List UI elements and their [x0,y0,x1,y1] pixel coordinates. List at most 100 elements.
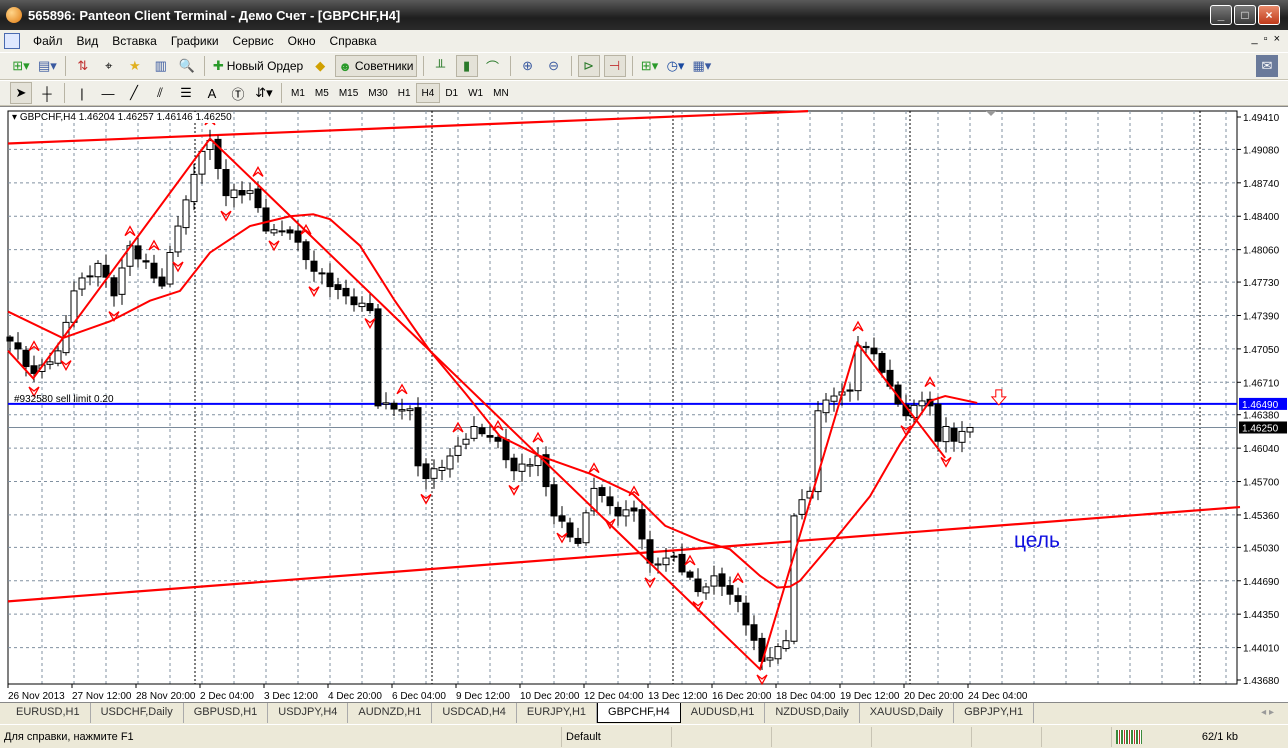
mdi-close-button[interactable]: × [1274,33,1280,45]
arrows-tool[interactable]: ⇵▾ [253,82,275,104]
timeframe-h4[interactable]: H4 [415,83,441,103]
mdi-restore-button[interactable]: ▫ [1264,33,1268,45]
metaeditor-button[interactable]: ◆ [309,55,331,77]
menu-charts[interactable]: Графики [164,34,226,48]
new-order-button[interactable]: ✚ Новый Ордер [211,55,305,77]
price-tick-label: 1.46380 [1243,411,1280,422]
chart-shift-button[interactable]: ⊣ [603,55,626,77]
chart-window[interactable]: 1.49410 1.49080 1.48740 1.48400 1.48060 1.477… [0,106,1288,702]
strategy-tester-button[interactable]: 🔍 [176,55,198,77]
trendline-tool[interactable]: ╱ [123,82,145,104]
indicators-button[interactable]: ⊞▾ [639,55,661,77]
timeframe-m5[interactable]: M5 [310,83,334,103]
candle-body [230,189,238,199]
candle [582,509,590,546]
tab-xauusd-daily[interactable]: XAUUSD,Daily [860,703,955,723]
timeframe-d1[interactable]: D1 [440,83,463,103]
menu-view[interactable]: Вид [70,34,106,48]
menu-insert[interactable]: Вставка [105,34,164,48]
tab-gbpchf-h4[interactable]: GBPCHF,H4 [597,703,681,723]
fibonacci-tool[interactable]: ☰ [175,82,197,104]
tab-audusd-h1[interactable]: AUDUSD,H1 [681,703,766,723]
candle-body [766,657,774,661]
tab-usdcad-h4[interactable]: USDCAD,H4 [432,703,517,723]
menu-help[interactable]: Справка [323,34,384,48]
candle-body [486,435,494,438]
zoom-out-button[interactable]: ⊖ [543,55,565,77]
experts-icon: ☻ [338,58,352,74]
collapse-arrow-icon[interactable]: ▾ [12,112,20,123]
timeframe-m15[interactable]: M15 [334,83,363,103]
equidistant-channel-tool[interactable]: ⫽ [149,82,171,104]
timeframe-mn[interactable]: MN [488,83,514,103]
zoom-in-button[interactable]: ⊕ [517,55,539,77]
timeframe-m1[interactable]: M1 [286,83,310,103]
experts-button[interactable]: ☻ Советники [335,55,417,77]
time-tick-label: 18 Dec 04:00 [776,691,836,702]
trendline-icon: ╱ [130,85,138,100]
periods-button[interactable]: ◷▾ [665,55,687,77]
horizontal-line-tool[interactable]: — [97,82,119,104]
crosshair-tool[interactable]: ┼ [36,82,58,104]
candle-body [606,496,614,507]
cursor-tool[interactable]: ➤ [10,82,32,104]
bar-chart-button[interactable]: ╨ [430,55,452,77]
candlestick-button[interactable]: ▮ [455,55,478,77]
tab-gbpjpy-h1[interactable]: GBPJPY,H1 [954,703,1035,723]
candle-body [166,251,174,285]
tab-gbpusd-h1[interactable]: GBPUSD,H1 [184,703,269,723]
menu-window[interactable]: Окно [281,34,323,48]
text-tool[interactable]: A [201,82,223,104]
time-tick-label: 2 Dec 04:00 [200,691,254,702]
terminal-button[interactable]: ▥ [150,55,172,77]
drawing-toolbar: ➤ ┼ | — ╱ ⫽ ☰ A Ⓣ ⇵▾ M1 M5 M15 M30 H1 H4… [0,80,1288,106]
auto-scroll-button[interactable]: ⊳ [577,55,600,77]
mail-button[interactable]: ✉ [1256,55,1278,77]
candle-body [822,399,830,414]
close-button[interactable]: × [1258,5,1280,25]
profiles-button[interactable]: ▤▾ [36,55,59,77]
candle-body [390,402,398,410]
tab-eurusd-h1[interactable]: EURUSD,H1 [6,703,91,723]
candle-body [54,350,62,364]
minimize-button[interactable]: _ [1210,5,1232,25]
horizontal-line-icon: — [101,85,115,101]
candle-body [654,563,662,566]
maximize-button[interactable]: □ [1234,5,1256,25]
zoom-out-icon: ⊖ [548,58,559,73]
fibonacci-icon: ☰ [180,85,192,100]
data-window-button[interactable]: ⌖ [98,55,120,77]
menu-file[interactable]: Файл [26,34,70,48]
candle-body [622,509,630,517]
tab-nzdusd-daily[interactable]: NZDUSD,Daily [765,703,860,723]
templates-button[interactable]: ▦▾ [691,55,714,77]
market-watch-button[interactable]: ⇅ [72,55,94,77]
candle-body [78,277,86,290]
menu-tools[interactable]: Сервис [226,34,281,48]
navigator-button[interactable]: ★ [124,55,146,77]
tab-audnzd-h1[interactable]: AUDNZD,H1 [348,703,433,723]
candle-body [174,225,182,253]
tab-usdjpy-h4[interactable]: USDJPY,H4 [268,703,349,723]
tab-eurjpy-h1[interactable]: EURJPY,H1 [517,703,598,723]
candle-body [462,438,470,445]
candle-body [142,260,150,263]
tab-scroll-arrows[interactable]: ◂ ▸ [1261,707,1274,718]
candle-body [134,245,142,260]
timeframe-m30[interactable]: M30 [363,83,392,103]
line-chart-button[interactable]: ⌒ [482,55,504,77]
tab-usdchf-daily[interactable]: USDCHF,Daily [91,703,184,723]
status-profile: Default [562,726,672,747]
text-label-tool[interactable]: Ⓣ [227,82,249,104]
timeframe-w1[interactable]: W1 [463,83,488,103]
timeframe-h1[interactable]: H1 [393,83,416,103]
document-icon[interactable] [4,33,20,49]
mdi-minimize-button[interactable]: _ [1252,33,1258,45]
new-chart-button[interactable]: ⊞▾ [10,55,32,77]
vertical-line-tool[interactable]: | [71,82,93,104]
time-tick-label: 12 Dec 04:00 [584,691,644,702]
cursor-icon: ➤ [15,85,27,100]
price-chart[interactable]: 1.49410 1.49080 1.48740 1.48400 1.48060 1.477… [0,107,1288,703]
candle-body [254,188,262,209]
candle-body [870,347,878,355]
